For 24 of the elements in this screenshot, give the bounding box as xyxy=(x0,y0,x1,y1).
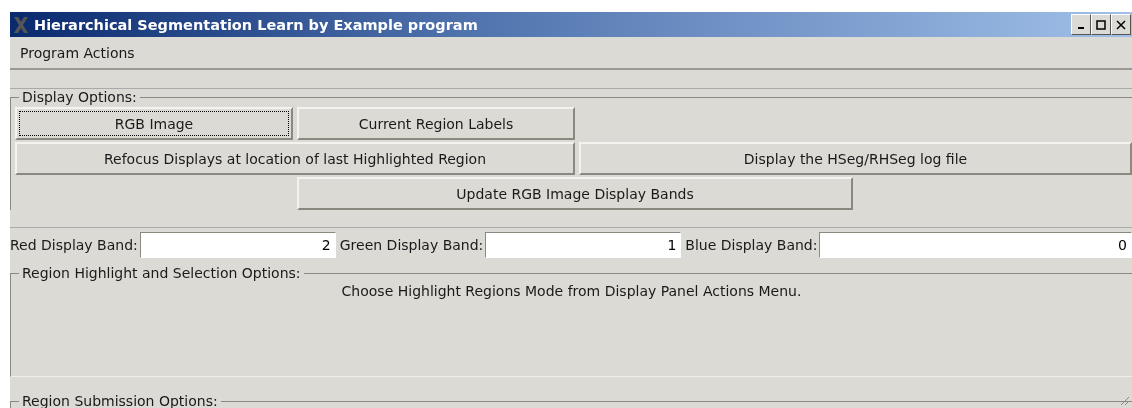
band-input[interactable]: 1 xyxy=(485,232,682,258)
instruction-text: Choose Highlight Regions Mode from Display Panel Actions Menu. xyxy=(340,283,803,299)
band-input[interactable]: 2 xyxy=(139,232,336,258)
action-button[interactable]: RGB Image xyxy=(15,107,293,140)
group-label: Region Highlight and Selection Options: xyxy=(21,265,302,281)
maximize-icon xyxy=(1096,19,1106,30)
band-label: Red Display Band: xyxy=(10,237,138,253)
close-icon xyxy=(1116,19,1126,30)
action-button[interactable]: Current Region Labels xyxy=(297,107,575,140)
minimize-button[interactable] xyxy=(1071,14,1091,35)
maximize-button[interactable] xyxy=(1091,14,1111,35)
band-label: Blue Display Band: xyxy=(685,237,818,253)
action-button[interactable]: Refocus Displays at location of last Highlighted Region xyxy=(15,142,575,175)
group-label: Region Submission Options: xyxy=(21,393,219,408)
group-label: Display Options: xyxy=(21,89,138,105)
minimize-icon xyxy=(1078,26,1084,29)
action-button[interactable]: Update RGB Image Display Bands xyxy=(297,177,853,210)
action-button[interactable]: Display the HSeg/RHSeg log file xyxy=(579,142,1132,175)
band-input[interactable]: 0 xyxy=(819,232,1132,258)
band-label: Green Display Band: xyxy=(339,237,484,253)
x-logo-icon xyxy=(12,15,30,34)
close-button[interactable] xyxy=(1111,14,1131,35)
window-title: Hierarchical Segmentation Learn by Example program xyxy=(34,16,479,33)
menu-item[interactable]: Program Actions xyxy=(20,42,135,63)
